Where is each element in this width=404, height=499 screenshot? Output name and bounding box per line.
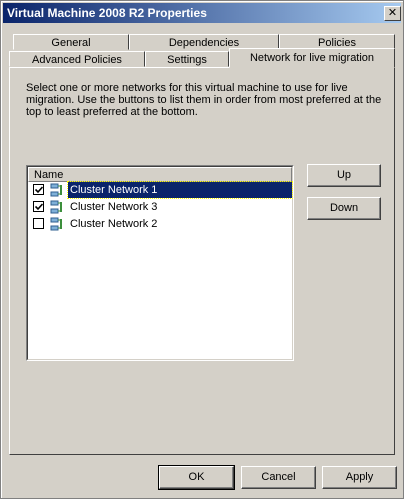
tab-panel: Select one or more networks for this vir… xyxy=(9,67,395,455)
tab-settings[interactable]: Settings xyxy=(145,51,229,67)
list-item[interactable]: Cluster Network 1 xyxy=(28,181,293,199)
network-name: Cluster Network 1 xyxy=(68,182,160,198)
check-icon xyxy=(35,186,43,194)
cluster-network-icon xyxy=(50,183,62,197)
instructions-text: Select one or more networks for this vir… xyxy=(26,82,382,118)
close-button[interactable]: ✕ xyxy=(384,6,401,21)
network-list[interactable]: Name Cluster Network 1 Cluster Network 3… xyxy=(26,165,294,361)
column-header-name[interactable]: Name xyxy=(28,167,292,182)
apply-button[interactable]: Apply xyxy=(322,466,397,489)
cluster-network-icon xyxy=(50,200,62,214)
network-name: Cluster Network 3 xyxy=(70,201,158,213)
title-bar[interactable]: Virtual Machine 2008 R2 Properties ✕ xyxy=(3,3,401,23)
cancel-button[interactable]: Cancel xyxy=(241,466,316,489)
checkbox[interactable] xyxy=(33,218,44,229)
window-title: Virtual Machine 2008 R2 Properties xyxy=(7,6,207,20)
list-item[interactable]: Cluster Network 3 xyxy=(28,199,292,215)
checkbox[interactable] xyxy=(33,184,44,195)
properties-dialog: Virtual Machine 2008 R2 Properties ✕ Gen… xyxy=(0,0,404,499)
ok-button[interactable]: OK xyxy=(158,465,235,490)
network-name: Cluster Network 2 xyxy=(70,218,158,230)
check-icon xyxy=(35,203,43,211)
tab-general[interactable]: General xyxy=(13,34,129,50)
tab-network-for-live-migration[interactable]: Network for live migration xyxy=(229,48,395,68)
checkbox[interactable] xyxy=(33,201,44,212)
list-item[interactable]: Cluster Network 2 xyxy=(28,216,292,232)
tab-advanced-policies[interactable]: Advanced Policies xyxy=(9,51,145,67)
up-button[interactable]: Up xyxy=(307,164,381,187)
down-button[interactable]: Down xyxy=(307,197,381,220)
cluster-network-icon xyxy=(50,217,62,231)
